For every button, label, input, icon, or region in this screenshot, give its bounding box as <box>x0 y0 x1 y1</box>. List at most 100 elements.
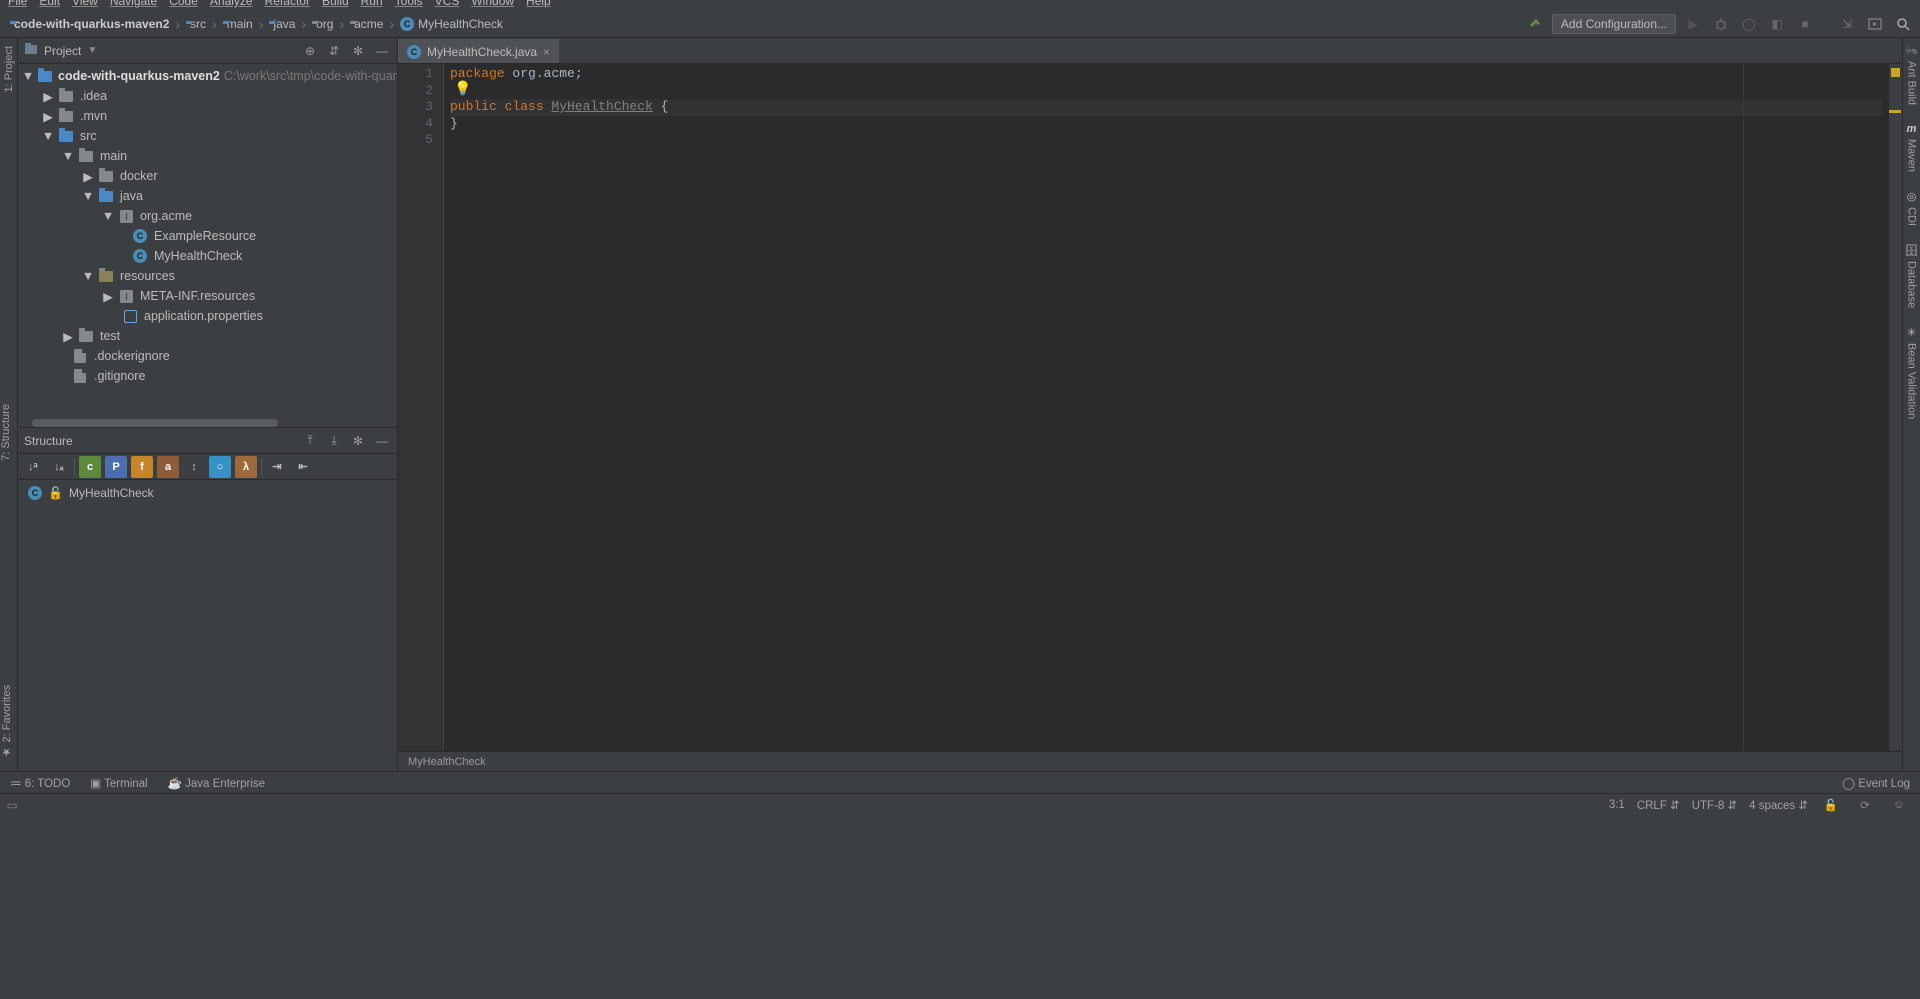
breadcrumb-acme[interactable]: acme <box>346 17 387 31</box>
project-tree[interactable]: ▼code-with-quarkus-maven2C:\work\src\tmp… <box>18 64 397 427</box>
java-enterprise-tool-button[interactable]: ☕ Java Enterprise <box>168 776 265 790</box>
bean-validation-tool-button[interactable]: ✳Bean Validation <box>1906 326 1918 419</box>
tree-item-main[interactable]: ▼main <box>18 146 397 166</box>
coverage-icon[interactable]: ◯ <box>1738 13 1760 35</box>
maven-tool-button[interactable]: mMaven <box>1906 123 1918 172</box>
todo-tool-button[interactable]: ≔ 6: TODO <box>10 776 70 790</box>
close-icon[interactable]: × <box>543 45 550 59</box>
settings-icon[interactable]: ✻ <box>349 42 367 60</box>
run-icon[interactable]: ▶ <box>1682 13 1704 35</box>
inspection-profile-icon[interactable]: ☺ <box>1888 794 1910 816</box>
structure-panel-title: Structure <box>24 434 73 448</box>
toolwindow-toggle-icon[interactable]: ▭ <box>4 794 20 816</box>
tree-item-java[interactable]: ▼java <box>18 186 397 206</box>
editor-tab[interactable]: C MyHealthCheck.java × <box>398 39 559 63</box>
search-everywhere-icon[interactable] <box>1892 13 1914 35</box>
sort-visibility-icon[interactable]: ↓ₐ <box>48 456 70 478</box>
stop-icon[interactable]: ■ <box>1794 13 1816 35</box>
breadcrumb-java[interactable]: java <box>265 17 299 31</box>
filter-property-icon[interactable]: P <box>105 456 127 478</box>
add-configuration-button[interactable]: Add Configuration... <box>1552 14 1676 34</box>
database-tool-button[interactable]: 🗄Database <box>1905 244 1919 308</box>
expand-icon[interactable]: ⤒ <box>301 432 319 450</box>
collapse-all-icon[interactable]: ⇵ <box>325 42 343 60</box>
structure-body[interactable]: C 🔓 MyHealthCheck <box>18 480 397 771</box>
collapse-icon[interactable]: ⤓ <box>325 432 343 450</box>
hide-icon[interactable]: — <box>373 42 391 60</box>
tree-item-test[interactable]: ▶test <box>18 326 397 346</box>
menu-vcs[interactable]: VCS <box>435 0 460 8</box>
filter-field-icon[interactable]: f <box>131 456 153 478</box>
tree-item-exampleresource[interactable]: CExampleResource <box>18 226 397 246</box>
build-hammer-icon[interactable] <box>1524 13 1546 35</box>
menu-code[interactable]: Code <box>169 0 198 8</box>
structure-item[interactable]: C 🔓 MyHealthCheck <box>28 486 387 500</box>
editor-breadcrumb[interactable]: MyHealthCheck <box>408 756 486 768</box>
filter-impl-icon[interactable]: ○ <box>209 456 231 478</box>
autoscroll-from-icon[interactable]: ⇤ <box>292 456 314 478</box>
filter-class-icon[interactable]: c <box>79 456 101 478</box>
menu-help[interactable]: Help <box>526 0 551 8</box>
tree-item-resources[interactable]: ▼resources <box>18 266 397 286</box>
structure-tool-button[interactable]: 7: Structure <box>0 400 17 467</box>
tree-item-pkg[interactable]: ▼org.acme <box>18 206 397 226</box>
memory-indicator-icon[interactable]: ⟳ <box>1854 794 1876 816</box>
warning-marker-icon[interactable] <box>1889 110 1901 113</box>
cdi-tool-button[interactable]: ◎CDI <box>1906 190 1918 226</box>
menu-navigate[interactable]: Navigate <box>110 0 157 8</box>
cursor-position[interactable]: 3:1 <box>1609 799 1625 811</box>
menu-tools[interactable]: Tools <box>395 0 423 8</box>
tree-item-docker[interactable]: ▶docker <box>18 166 397 186</box>
breadcrumb-main[interactable]: main <box>219 17 257 31</box>
tree-item-mvn[interactable]: ▶.mvn <box>18 106 397 126</box>
run-target-icon[interactable] <box>1864 13 1886 35</box>
debug-icon[interactable] <box>1710 13 1732 35</box>
tree-item-gitignore[interactable]: .gitignore <box>18 366 397 386</box>
sort-alpha-icon[interactable]: ↓ᵃ <box>22 456 44 478</box>
tree-item-metainf[interactable]: ▶META-INF.resources <box>18 286 397 306</box>
horizontal-scrollbar[interactable] <box>32 419 278 427</box>
tree-item-idea[interactable]: ▶.idea <box>18 86 397 106</box>
event-log-button[interactable]: ◯ Event Log <box>1842 776 1910 790</box>
ant-build-tool-button[interactable]: 🐜Ant Build <box>1905 44 1919 105</box>
indent-setting[interactable]: 4 spaces ⇵ <box>1749 798 1808 812</box>
profile-icon[interactable]: ◧ <box>1766 13 1788 35</box>
menu-build[interactable]: Build <box>322 0 349 8</box>
tree-item-myhealthcheck[interactable]: CMyHealthCheck <box>18 246 397 266</box>
file-encoding[interactable]: UTF-8 ⇵ <box>1692 798 1737 812</box>
menu-file[interactable]: File <box>8 0 27 8</box>
filter-anon-icon[interactable]: a <box>157 456 179 478</box>
filter-lambda-icon[interactable]: λ <box>235 456 257 478</box>
menu-edit[interactable]: Edit <box>39 0 60 8</box>
breadcrumb-src[interactable]: src <box>182 17 210 31</box>
menu-view[interactable]: View <box>72 0 98 8</box>
code-content[interactable]: 💡 package org.acme; public class MyHealt… <box>444 64 1888 751</box>
breadcrumb-project[interactable]: code-with-quarkus-maven2 <box>6 17 173 31</box>
tree-item-dockerignore[interactable]: .dockerignore <box>18 346 397 366</box>
tree-item-appprops[interactable]: application.properties <box>18 306 397 326</box>
autoscroll-to-icon[interactable]: ⇥ <box>266 456 288 478</box>
menu-analyze[interactable]: Analyze <box>210 0 253 8</box>
warning-marker-icon[interactable] <box>1891 68 1900 77</box>
breadcrumb-org[interactable]: org <box>308 17 337 31</box>
hide-icon[interactable]: — <box>373 432 391 450</box>
menu-run[interactable]: Run <box>361 0 383 8</box>
error-stripe[interactable] <box>1888 64 1902 751</box>
menu-refactor[interactable]: Refactor <box>265 0 310 8</box>
vcs-update-icon[interactable]: ⇲ <box>1836 13 1858 35</box>
menu-window[interactable]: Window <box>471 0 514 8</box>
line-separator[interactable]: CRLF ⇵ <box>1637 798 1680 812</box>
line-gutter[interactable]: 12345 <box>398 64 444 751</box>
favorites-tool-button[interactable]: ★ 2: Favorites <box>0 681 17 763</box>
filter-inherited-icon[interactable]: ↕ <box>183 456 205 478</box>
locate-icon[interactable]: ⊕ <box>301 42 319 60</box>
intention-bulb-icon[interactable]: 💡 <box>454 82 471 99</box>
breadcrumb-class[interactable]: CMyHealthCheck <box>396 17 507 31</box>
settings-icon[interactable]: ✻ <box>349 432 367 450</box>
readonly-lock-icon[interactable]: 🔓 <box>1820 794 1842 816</box>
tree-root[interactable]: ▼code-with-quarkus-maven2C:\work\src\tmp… <box>18 66 397 86</box>
tree-item-src[interactable]: ▼src <box>18 126 397 146</box>
project-tool-button[interactable]: 1: Project <box>3 46 15 92</box>
terminal-tool-button[interactable]: ▣ Terminal <box>90 776 147 790</box>
editor-body[interactable]: 12345 💡 package org.acme; public class M… <box>398 64 1902 751</box>
